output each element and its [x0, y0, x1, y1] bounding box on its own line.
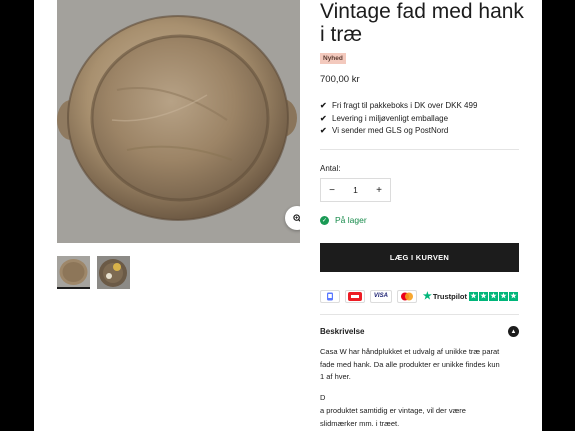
check-icon: ✔: [320, 114, 327, 123]
check-icon: ✔: [320, 101, 327, 110]
description-paragraph: D: [320, 393, 326, 402]
usp-text: Fri fragt til pakkeboks i DK over DKK 49…: [332, 101, 478, 110]
payment-methods: VISA ★ Trustpilot ★ ★ ★ ★ ★: [320, 289, 519, 303]
thumbnail-tray-lifestyle-image: [97, 256, 130, 289]
star-icon: ★: [509, 291, 519, 301]
usp-item: ✔ Levering i miljøvenligt emballage: [320, 114, 448, 123]
divider: [320, 314, 519, 315]
star-icon: ★: [469, 291, 479, 301]
description-paragraph: Casa W har håndplukket et udvalg af unik…: [320, 347, 500, 381]
description-label: Beskrivelse: [320, 327, 365, 336]
product-title: Vintage fad med hank i træ: [320, 0, 524, 46]
mobilepay-icon: [320, 289, 340, 303]
trustpilot-badge: ★ Trustpilot ★ ★ ★ ★ ★: [423, 291, 519, 302]
divider: [320, 149, 519, 150]
star-icon: ★: [499, 291, 509, 301]
stock-text: På lager: [335, 215, 367, 225]
visa-icon: VISA: [369, 289, 392, 303]
star-icon: ★: [489, 291, 499, 301]
description-accordion-toggle[interactable]: Beskrivelse ▲: [320, 326, 519, 337]
new-badge: Nyhed: [320, 53, 346, 64]
star-icon: ★: [479, 291, 489, 301]
thumbnail-1[interactable]: [57, 256, 90, 289]
product-price: 700,00 kr: [320, 74, 360, 85]
thumbnail-2[interactable]: [97, 256, 130, 289]
zoom-icon: [292, 213, 300, 222]
product-main-image[interactable]: [57, 0, 300, 243]
quantity-decrease-button[interactable]: −: [321, 179, 343, 201]
quantity-stepper: − +: [320, 178, 391, 202]
usp-item: ✔ Fri fragt til pakkeboks i DK over DKK …: [320, 101, 477, 110]
thumbnail-tray-image: [57, 256, 90, 287]
usp-text: Levering i miljøvenligt emballage: [332, 114, 449, 123]
quantity-input[interactable]: [343, 179, 368, 201]
stock-status: ✓ På lager: [320, 215, 367, 225]
trustpilot-rating: ★ ★ ★ ★ ★: [469, 291, 519, 301]
chevron-up-icon: ▲: [508, 326, 519, 337]
check-icon: ✔: [320, 126, 327, 135]
trustpilot-star-icon: ★: [422, 290, 432, 302]
quantity-label: Antal:: [320, 164, 341, 173]
check-circle-icon: ✓: [320, 215, 329, 225]
usp-item: ✔ Vi sender med GLS og PostNord: [320, 126, 448, 135]
dankort-icon: [344, 289, 365, 303]
quantity-increase-button[interactable]: +: [368, 179, 390, 201]
mastercard-icon: [396, 289, 417, 303]
trustpilot-label: Trustpilot: [432, 291, 468, 301]
description-paragraph: a produktet samtidig er vintage, vil der…: [320, 406, 466, 428]
product-page: Vintage fad med hank i træ Nyhed 700,00 …: [34, 0, 542, 431]
add-to-cart-button[interactable]: LÆG I KURVEN: [320, 243, 519, 272]
usp-text: Vi sender med GLS og PostNord: [332, 126, 449, 135]
wooden-tray-image: [57, 0, 300, 243]
